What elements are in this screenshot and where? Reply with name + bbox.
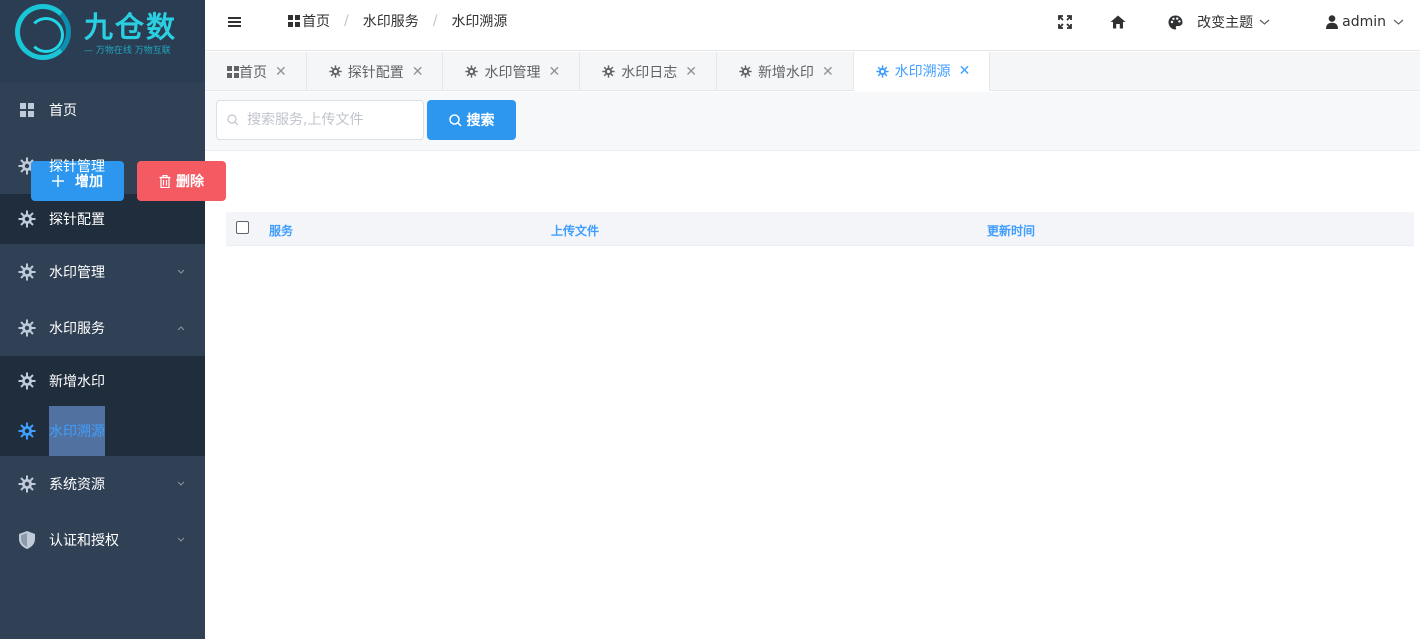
shield-icon — [18, 531, 36, 549]
table-header: 服务 上传文件 更新时间 — [226, 212, 1414, 246]
tab-probe-config[interactable]: 探针配置 ✕ — [307, 52, 444, 91]
column-header-update-time[interactable]: 更新时间 — [987, 222, 1035, 239]
sidebar-item-label: 水印溯源 — [49, 424, 105, 440]
search-icon — [227, 114, 239, 126]
breadcrumb-level1[interactable]: 水印服务 — [363, 11, 419, 31]
gear-icon — [602, 65, 615, 78]
chevron-down-icon — [177, 481, 185, 486]
breadcrumb-home-label: 首页 — [302, 14, 330, 30]
tab-label: 水印日志 — [621, 64, 678, 81]
user-name: admin — [1342, 14, 1386, 30]
sidebar-item-watermark-service[interactable]: 水印服务 — [0, 300, 205, 356]
delete-button-label: 删除 — [176, 174, 204, 190]
gear-icon — [18, 422, 36, 440]
breadcrumb-home[interactable]: 首页 — [288, 11, 330, 31]
hamburger-icon[interactable] — [227, 14, 243, 30]
sidebar-item-label: 探针管理 — [49, 159, 105, 175]
sidebar-item-label: 探针配置 — [49, 212, 105, 228]
breadcrumb-separator: / — [432, 13, 438, 29]
user-dropdown[interactable]: admin — [1326, 14, 1404, 30]
gear-icon — [18, 475, 36, 493]
logo-slogan: — 万物在线 万物互联 — [84, 46, 171, 56]
dashboard-icon — [288, 15, 300, 27]
theme-label: 改变主题 — [1197, 15, 1254, 31]
gear-icon — [18, 210, 36, 228]
sidebar-item-watermark-trace[interactable]: 水印溯源 — [0, 406, 205, 456]
column-header-upload-file[interactable]: 上传文件 — [551, 222, 599, 239]
search-bar: 搜索 — [205, 92, 1420, 151]
close-icon[interactable]: ✕ — [275, 64, 287, 80]
tab-watermark-log[interactable]: 水印日志 ✕ — [580, 52, 717, 91]
tab-label: 探针配置 — [347, 64, 404, 81]
dashboard-icon — [227, 65, 239, 78]
close-icon[interactable]: ✕ — [822, 64, 834, 80]
tags-view: 首页 ✕ 探针配置 ✕ 水印管理 ✕ 水印日志 ✕ 新增水印 ✕ 水印溯源 ✕ — [205, 52, 1420, 91]
fullscreen-icon — [1058, 15, 1073, 29]
trash-icon — [159, 174, 171, 188]
theme-dropdown[interactable]: 改变主题 — [1168, 12, 1270, 32]
sidebar-item-label: 认证和授权 — [49, 533, 119, 549]
tab-home[interactable]: 首页 ✕ — [205, 52, 307, 91]
tab-label: 水印管理 — [484, 64, 541, 81]
sidebar-item-probe-config[interactable]: 探针配置 — [0, 194, 205, 244]
palette-icon — [1168, 15, 1183, 29]
chevron-up-icon — [177, 326, 185, 331]
gear-icon — [329, 65, 342, 78]
tab-label: 新增水印 — [757, 64, 814, 81]
breadcrumb-separator: / — [344, 13, 349, 29]
sidebar-item-label: 系统资源 — [49, 477, 105, 493]
close-icon[interactable]: ✕ — [548, 64, 560, 80]
user-icon — [1326, 15, 1339, 29]
sidebar-item-home[interactable]: 首页 — [0, 82, 205, 138]
sidebar-item-system-resources[interactable]: 系统资源 — [0, 456, 205, 512]
select-all-checkbox[interactable] — [236, 221, 249, 234]
sidebar-item-label: 新增水印 — [49, 374, 105, 390]
column-header-service[interactable]: 服务 — [269, 222, 293, 239]
gear-icon — [739, 65, 752, 78]
home-icon — [1110, 15, 1126, 29]
right-menu: 改变主题 admin — [1058, 0, 1420, 44]
search-icon — [448, 113, 462, 127]
gear-icon — [18, 372, 36, 390]
sidebar-item-label: 水印管理 — [49, 265, 105, 281]
chevron-down-icon — [1393, 19, 1404, 25]
breadcrumb-level2: 水印溯源 — [451, 14, 508, 30]
sidebar-item-label: 水印服务 — [49, 321, 105, 337]
tab-watermark-trace[interactable]: 水印溯源 ✕ — [853, 52, 991, 91]
gear-icon — [18, 319, 36, 337]
logo-ring-icon — [15, 4, 71, 60]
tab-watermark-management[interactable]: 水印管理 ✕ — [443, 52, 581, 91]
navbar: 首页 / 水印服务 / 水印溯源 改变主题 admin — [205, 0, 1420, 51]
plus-icon — [52, 175, 64, 187]
fullscreen-button[interactable] — [1058, 15, 1073, 29]
close-icon[interactable]: ✕ — [685, 64, 697, 80]
sidebar-item-watermark-management[interactable]: 水印管理 — [0, 244, 205, 300]
chevron-down-icon — [177, 269, 185, 274]
search-button-label: 搜索 — [466, 113, 495, 129]
gear-icon — [465, 65, 479, 78]
breadcrumb: 首页 / 水印服务 / 水印溯源 — [288, 11, 507, 31]
close-icon[interactable]: ✕ — [412, 64, 424, 80]
logo-brand: 九仓数 — [84, 10, 178, 44]
search-button[interactable]: 搜索 — [427, 100, 516, 140]
home-button[interactable] — [1110, 15, 1126, 29]
gear-icon — [876, 64, 889, 78]
logo[interactable]: 九仓数 — 万物在线 万物互联 — [0, 0, 205, 82]
sidebar: 九仓数 — 万物在线 万物互联 首页 探针管理 探针配置 水印管理 水印服务 新… — [0, 0, 205, 639]
sidebar-item-auth[interactable]: 认证和授权 — [0, 512, 205, 568]
chevron-down-icon — [177, 537, 185, 542]
sidebar-item-add-watermark[interactable]: 新增水印 — [0, 356, 205, 406]
close-icon[interactable]: ✕ — [959, 63, 971, 79]
sidebar-item-label: 首页 — [49, 103, 77, 119]
dashboard-icon — [18, 101, 36, 119]
main-content: 服务 上传文件 更新时间 — [205, 152, 1420, 639]
tab-add-watermark[interactable]: 新增水印 ✕ — [717, 52, 854, 91]
gear-icon — [18, 263, 36, 281]
tab-label: 水印溯源 — [894, 64, 951, 80]
chevron-down-icon — [1259, 19, 1270, 25]
search-input[interactable] — [216, 100, 424, 140]
tab-label: 首页 — [239, 64, 267, 81]
